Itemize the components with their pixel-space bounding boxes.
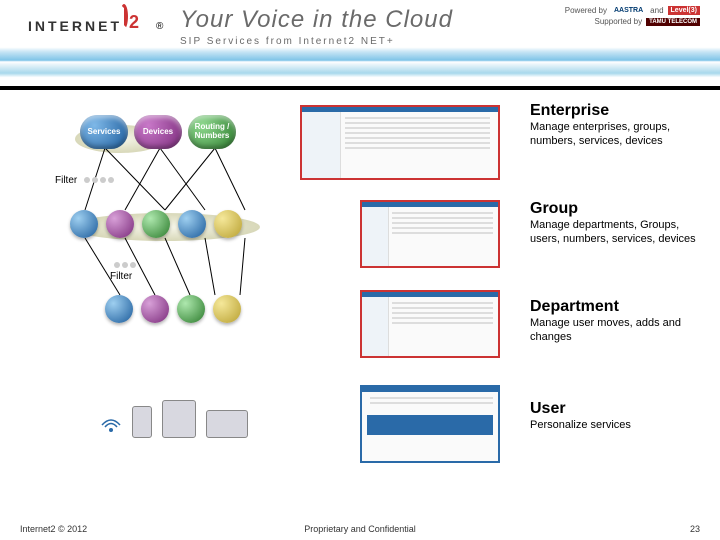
sphere-icon — [214, 210, 242, 238]
enterprise-text: Manage enterprises, groups, numbers, ser… — [530, 121, 705, 149]
deskphone-icon — [162, 400, 196, 438]
sphere-icon — [178, 210, 206, 238]
slide-content: Services Devices Routing / Numbers Filte… — [0, 100, 720, 510]
sphere-icon — [177, 295, 205, 323]
filter-label-1: Filter — [55, 175, 114, 186]
supported-by-label: Supported by — [595, 17, 643, 26]
group-spheres — [70, 210, 242, 238]
group-title: Group — [530, 200, 705, 218]
wifi-icon — [100, 415, 122, 438]
logo: INTERNET 2 ® — [28, 8, 163, 44]
registered-mark: ® — [156, 21, 163, 32]
sphere-icon — [142, 210, 170, 238]
aastra-logo: AASTRA — [611, 6, 646, 15]
user-devices — [100, 400, 248, 438]
tamu-logo: TAMU TELECOM — [646, 18, 700, 26]
logo-text: INTERNET — [28, 18, 122, 34]
group-text: Manage departments, Groups, users, numbe… — [530, 219, 705, 247]
enterprise-screenshot — [300, 105, 500, 180]
title-area: Your Voice in the Cloud SIP Services fro… — [180, 6, 453, 47]
user-screenshot — [360, 385, 500, 463]
devices-pill: Devices — [134, 115, 182, 149]
page-number: 23 — [690, 524, 700, 534]
dept-spheres — [105, 295, 241, 323]
filter-dots-icon — [84, 177, 114, 183]
services-pill: Services — [80, 115, 128, 149]
page-title: Your Voice in the Cloud — [180, 6, 453, 34]
department-screenshot — [360, 290, 500, 358]
level3-logo: Level(3) — [668, 6, 700, 15]
powered-by-label: Powered by — [565, 6, 607, 15]
sphere-icon — [213, 295, 241, 323]
department-text: Manage user moves, adds and changes — [530, 317, 705, 345]
copyright: Internet2 © 2012 — [20, 524, 87, 534]
pda-icon — [132, 406, 152, 438]
enterprise-desc: Enterprise Manage enterprises, groups, n… — [530, 102, 705, 149]
confidential-label: Proprietary and Confidential — [304, 524, 416, 534]
user-title: User — [530, 400, 705, 418]
laptop-icon — [206, 410, 248, 438]
filter-label-2: Filter — [110, 260, 136, 282]
department-title: Department — [530, 298, 705, 316]
department-desc: Department Manage user moves, adds and c… — [530, 298, 705, 345]
slide-footer: Internet2 © 2012 Proprietary and Confide… — [0, 524, 720, 534]
logo-swoosh-icon: 2 — [120, 8, 156, 44]
sphere-icon — [141, 295, 169, 323]
sphere-icon — [105, 295, 133, 323]
user-text: Personalize services — [530, 419, 705, 433]
filter-dots-icon — [114, 262, 136, 268]
group-screenshot — [360, 200, 500, 268]
routing-pill: Routing / Numbers — [188, 115, 236, 149]
sphere-icon — [70, 210, 98, 238]
enterprise-title: Enterprise — [530, 102, 705, 120]
page-subtitle: SIP Services from Internet2 NET+ — [180, 36, 453, 47]
sphere-icon — [106, 210, 134, 238]
group-desc: Group Manage departments, Groups, users,… — [530, 200, 705, 247]
user-desc: User Personalize services — [530, 400, 705, 433]
partner-credits: Powered by AASTRA and Level(3) Supported… — [565, 6, 700, 28]
top-pills: Services Devices Routing / Numbers — [80, 115, 236, 149]
slide-header: INTERNET 2 ® Your Voice in the Cloud SIP… — [0, 0, 720, 90]
